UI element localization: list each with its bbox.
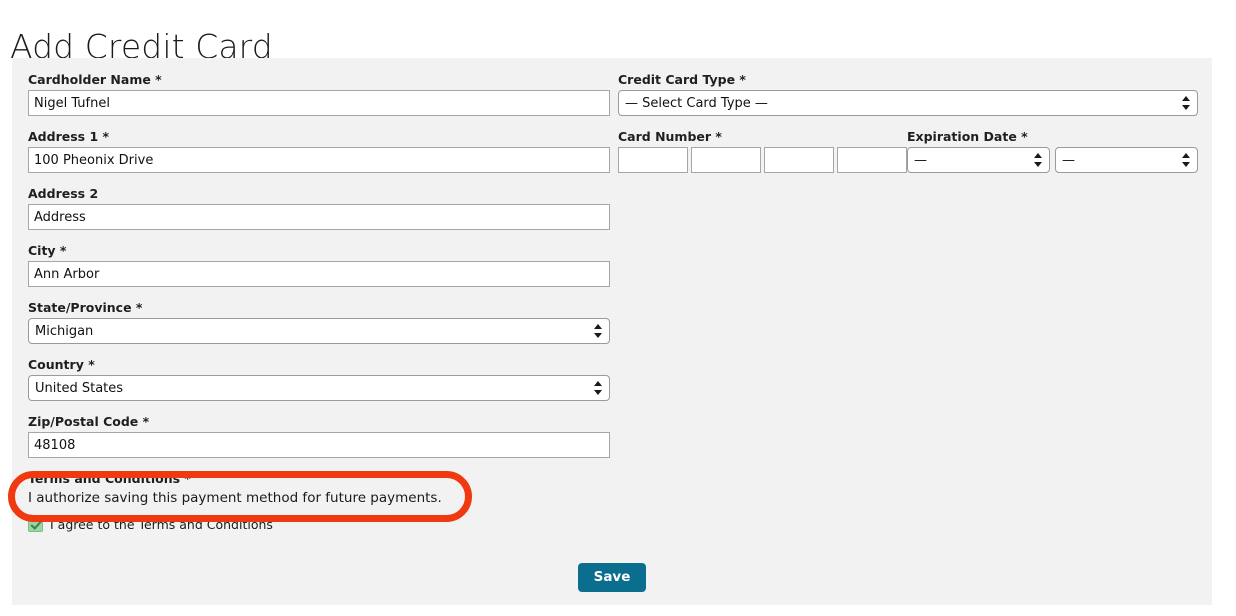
state-select[interactable]: Michigan: [28, 318, 610, 344]
address2-input[interactable]: [28, 204, 610, 230]
card-number-and-expiration-row: Card Number * Expiration Date * — —: [618, 129, 1198, 173]
field-city: City *: [28, 243, 610, 287]
field-state: State/Province * Michigan: [28, 300, 610, 344]
agree-terms-label: I agree to the Terms and Conditions: [50, 517, 273, 532]
cardholder-name-label: Cardholder Name *: [28, 72, 162, 87]
credit-card-type-select-wrap: — Select Card Type —: [618, 90, 1198, 116]
city-input[interactable]: [28, 261, 610, 287]
zip-label: Zip/Postal Code *: [28, 414, 150, 429]
expiration-date-label: Expiration Date *: [907, 129, 1028, 144]
state-label: State/Province *: [28, 300, 143, 315]
cardholder-name-input[interactable]: [28, 90, 610, 116]
field-expiration-date: Expiration Date * — —: [907, 129, 1198, 173]
field-country: Country * United States: [28, 357, 610, 401]
state-select-wrap: Michigan: [28, 318, 610, 344]
card-number-input-1[interactable]: [618, 147, 688, 173]
credit-card-form-panel: Cardholder Name * Address 1 * Address 2 …: [12, 58, 1212, 605]
country-select-wrap: United States: [28, 375, 610, 401]
save-button-row: Save: [12, 563, 1212, 592]
form-right-column: Credit Card Type * — Select Card Type — …: [618, 72, 1198, 173]
field-cardholder-name: Cardholder Name *: [28, 72, 610, 116]
expiration-year-select-wrap: —: [1055, 147, 1198, 173]
card-number-group: [618, 147, 907, 173]
expiration-date-group: — —: [907, 147, 1198, 173]
save-button[interactable]: Save: [577, 563, 647, 592]
expiration-month-select[interactable]: —: [907, 147, 1050, 173]
card-number-label: Card Number *: [618, 129, 722, 144]
field-address1: Address 1 *: [28, 129, 610, 173]
expiration-month-select-wrap: —: [907, 147, 1050, 173]
agree-terms-checkbox[interactable]: [28, 517, 43, 532]
card-number-input-2[interactable]: [691, 147, 761, 173]
address1-input[interactable]: [28, 147, 610, 173]
form-left-column: Cardholder Name * Address 1 * Address 2 …: [28, 72, 610, 532]
address2-label: Address 2: [28, 186, 99, 201]
agree-terms-row[interactable]: I agree to the Terms and Conditions: [28, 517, 610, 532]
credit-card-type-select[interactable]: — Select Card Type —: [618, 90, 1198, 116]
terms-text: I authorize saving this payment method f…: [28, 490, 442, 506]
expiration-year-select[interactable]: —: [1055, 147, 1198, 173]
terms-label: Terms and Conditions *: [28, 471, 191, 486]
field-credit-card-type: Credit Card Type * — Select Card Type —: [618, 72, 1198, 116]
credit-card-type-label: Credit Card Type *: [618, 72, 746, 87]
card-number-input-3[interactable]: [764, 147, 834, 173]
field-card-number: Card Number *: [618, 129, 907, 173]
city-label: City *: [28, 243, 67, 258]
country-label: Country *: [28, 357, 95, 372]
zip-input[interactable]: [28, 432, 610, 458]
address1-label: Address 1 *: [28, 129, 110, 144]
card-number-input-4[interactable]: [837, 147, 907, 173]
field-zip: Zip/Postal Code *: [28, 414, 610, 458]
country-select[interactable]: United States: [28, 375, 610, 401]
field-address2: Address 2: [28, 186, 610, 230]
terms-and-conditions-block: Terms and Conditions * I authorize savin…: [28, 471, 610, 508]
